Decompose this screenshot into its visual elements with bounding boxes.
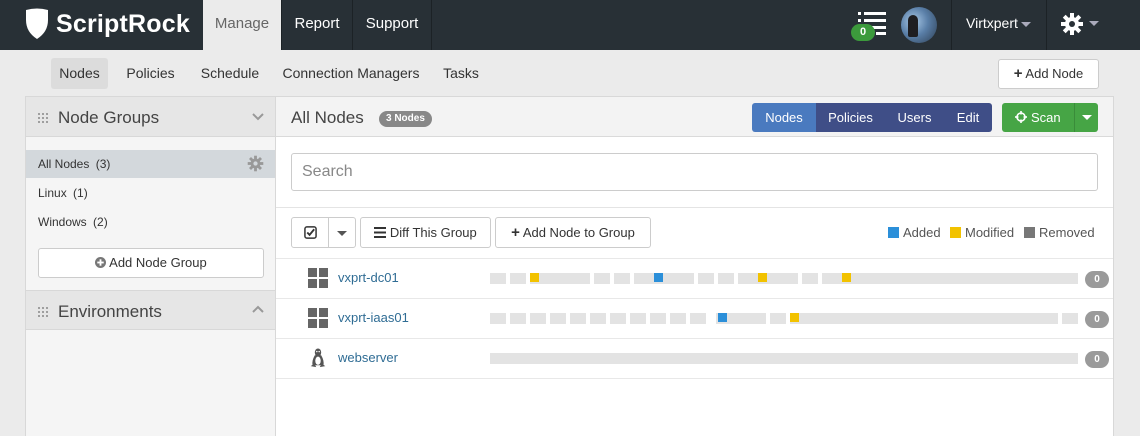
top-navigation-bar: ScriptRock Manage Report Support 0 Virtx… [0,0,1140,50]
scan-label: Scan [1030,110,1061,125]
windows-icon [308,268,328,288]
legend-modified: Modified [950,225,1014,240]
group-count: (3) [95,157,111,171]
node-name-link[interactable]: vxprt-iaas01 [338,310,409,325]
legend-swatch-modified [950,227,961,238]
diff-label: Diff This Group [389,225,477,240]
username-label: Virtxpert [966,15,1018,31]
node-groups-title: Node Groups [58,108,160,127]
group-count: (1) [73,186,88,200]
environments-panel-header[interactable]: Environments [26,290,275,330]
node-name-link[interactable]: vxprt-dc01 [338,270,399,285]
select-dropdown-toggle[interactable] [328,217,356,248]
gear-icon[interactable] [247,155,264,172]
sidebar: Node Groups All Nodes (3) Linux (1) Wind… [25,96,276,436]
nav-tab-report[interactable]: Report [282,0,352,50]
legend-added: Added [888,225,941,240]
legend-label: Added [903,225,941,240]
gear-icon [1061,13,1083,35]
tab-edit[interactable]: Edit [944,103,992,132]
diff-this-group-button[interactable]: Diff This Group [360,217,491,248]
modified-marker[interactable] [530,273,539,282]
group-label: Windows [38,215,87,229]
select-all-checkbox-button[interactable] [291,217,329,248]
scan-history-timeline[interactable] [490,273,1080,284]
group-count: (2) [93,215,108,229]
crosshair-icon [1015,111,1028,123]
change-count-badge: 0 [1085,311,1109,328]
plus-icon: + [1013,65,1023,82]
plus-circle-icon [95,257,107,268]
main-header: All Nodes 3 Nodes Nodes Policies Users E… [276,97,1113,137]
legend-removed: Removed [1024,225,1095,240]
drag-handle-icon[interactable] [37,112,48,123]
chevron-up-icon[interactable] [252,304,264,316]
environments-title: Environments [58,302,162,321]
plus-icon: + [511,224,520,241]
user-avatar[interactable] [901,7,937,43]
search-input[interactable] [291,153,1098,191]
change-count-badge: 0 [1085,271,1109,288]
shield-logo-icon [26,8,48,39]
node-name-link[interactable]: webserver [338,350,398,365]
add-node-button[interactable]: + Add Node [998,59,1099,89]
change-count-badge: 0 [1085,351,1109,368]
tab-users[interactable]: Users [885,103,944,132]
group-item-windows[interactable]: Windows (2) [26,208,275,236]
tab-policies[interactable]: Policies [816,103,885,132]
scan-history-timeline[interactable] [490,353,1080,364]
group-item-all-nodes[interactable]: All Nodes (3) [26,150,275,178]
chevron-down-icon [1020,21,1031,27]
chevron-down-icon [337,231,347,237]
legend-label: Removed [1039,225,1095,240]
node-groups-panel-header[interactable]: Node Groups [26,97,275,137]
subnav-nodes[interactable]: Nodes [51,58,108,89]
add-node-group-label: Add Node Group [109,255,207,270]
legend-swatch-removed [1024,227,1035,238]
drag-handle-icon[interactable] [37,306,48,317]
scriptrock-logo[interactable]: ScriptRock [24,7,190,41]
settings-menu[interactable] [1060,12,1099,39]
table-row[interactable]: vxprt-iaas01 0 [276,298,1113,338]
add-to-group-label: Add Node to Group [522,225,635,240]
modified-marker[interactable] [842,273,851,282]
list-icon [374,227,387,238]
nav-tab-support[interactable]: Support [353,0,431,50]
tab-nodes[interactable]: Nodes [752,103,816,132]
added-marker[interactable] [654,273,663,282]
group-item-linux[interactable]: Linux (1) [26,179,275,207]
added-marker[interactable] [718,313,727,322]
scan-dropdown-toggle[interactable] [1074,103,1098,132]
scan-history-timeline[interactable] [490,313,1080,324]
main-content: All Nodes 3 Nodes Nodes Policies Users E… [276,96,1114,436]
chevron-down-icon [1089,21,1099,26]
scan-button[interactable]: Scan [1002,103,1074,132]
notification-count-badge: 0 [851,24,875,41]
page-title: All Nodes [291,108,364,127]
nav-tab-manage[interactable]: Manage [203,0,281,50]
add-node-group-button[interactable]: Add Node Group [38,248,264,278]
table-row[interactable]: webserver 0 [276,338,1113,378]
linux-icon [310,348,326,368]
legend-swatch-added [888,227,899,238]
add-node-label: Add Node [1025,66,1084,81]
checkbox-check-icon [303,226,317,239]
legend-label: Modified [965,225,1015,240]
node-count-badge: 3 Nodes [379,111,432,127]
subnav-policies[interactable]: Policies [118,58,183,89]
group-label: Linux [38,186,67,200]
add-node-to-group-button[interactable]: + Add Node to Group [495,217,651,248]
windows-icon [308,308,328,328]
group-label: All Nodes [38,157,90,171]
subnav-schedule[interactable]: Schedule [193,58,267,89]
table-row[interactable]: vxprt-dc01 0 [276,258,1113,298]
subnav-connection-managers[interactable]: Connection Managers [277,58,425,89]
modified-marker[interactable] [758,273,767,282]
user-menu-dropdown[interactable]: Virtxpert [966,0,1031,47]
chevron-down-icon[interactable] [252,110,264,122]
brand-name: ScriptRock [56,9,190,38]
modified-marker[interactable] [790,313,799,322]
subnav-tasks[interactable]: Tasks [435,58,487,89]
